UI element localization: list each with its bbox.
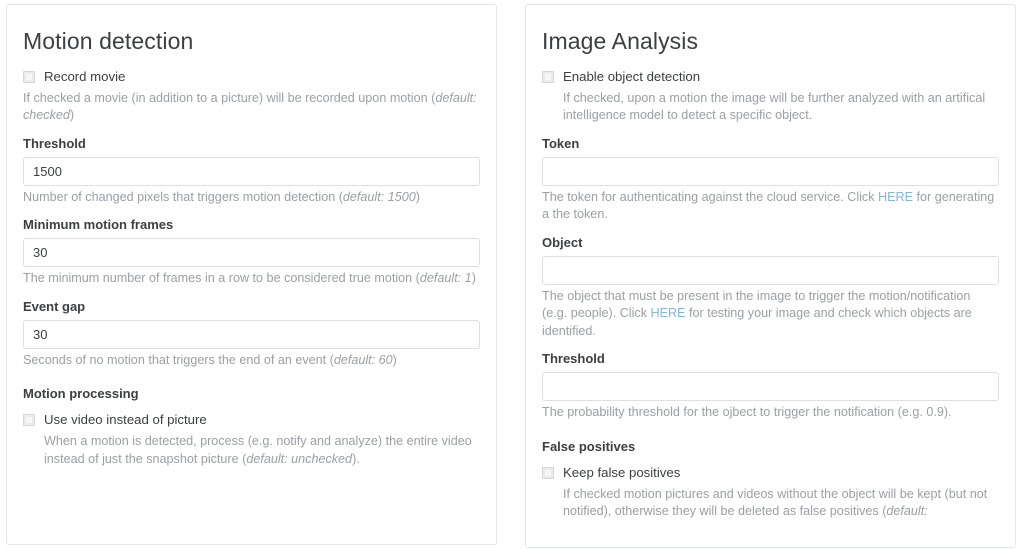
enable-object-detection-description: If checked, upon a motion the image will… xyxy=(563,90,986,123)
motion-threshold-description-tail: ) xyxy=(415,189,420,204)
keep-false-positives-label: Keep false positives xyxy=(563,464,681,480)
record-movie-checkbox-row[interactable]: Record movie xyxy=(23,68,480,86)
object-description: The object that must be present in the i… xyxy=(542,288,999,341)
min-motion-frames-description-text: The minimum number of frames in a row to… xyxy=(23,271,420,286)
keep-false-positives-checkbox[interactable] xyxy=(542,466,554,479)
settings-cards-container: Motion detection Record movie If checked… xyxy=(0,0,1024,549)
motion-detection-card: Motion detection Record movie If checked… xyxy=(6,4,497,545)
event-gap-label: Event gap xyxy=(23,298,86,314)
enable-object-detection-checkbox[interactable] xyxy=(542,70,554,83)
motion-processing-section-label: Motion processing xyxy=(23,386,139,402)
keep-false-positives-description: If checked motion pictures and videos wi… xyxy=(563,486,999,521)
image-analysis-card: Image Analysis Enable object detection I… xyxy=(525,4,1016,548)
motion-threshold-description: Number of changed pixels that triggers m… xyxy=(23,189,480,207)
object-label: Object xyxy=(542,234,583,250)
event-gap-description-tail: ) xyxy=(392,352,397,367)
use-video-description-default: default: unchecked xyxy=(246,451,353,466)
token-description-text: The token for authenticating against the… xyxy=(542,189,879,204)
token-description: The token for authenticating against the… xyxy=(542,189,999,224)
event-gap-input[interactable] xyxy=(23,319,480,349)
min-motion-frames-description-default: default: 1 xyxy=(419,271,472,286)
motion-detection-title: Motion detection xyxy=(23,28,194,54)
false-positives-section-label: False positives xyxy=(542,438,636,454)
use-video-checkbox-row[interactable]: Use video instead of picture xyxy=(23,411,480,429)
token-label: Token xyxy=(542,135,580,151)
enable-object-detection-label: Enable object detection xyxy=(563,68,701,84)
record-movie-description-text: If checked a movie (in addition to a pic… xyxy=(23,90,436,105)
event-gap-description-default: default: 60 xyxy=(333,352,393,367)
use-video-description: When a motion is detected, process (e.g.… xyxy=(44,433,480,468)
settings-page: Motion detection Record movie If checked… xyxy=(0,0,1024,549)
record-movie-checkbox[interactable] xyxy=(23,70,35,83)
enable-object-detection-checkbox-row[interactable]: Enable object detection xyxy=(542,68,999,86)
object-input[interactable] xyxy=(542,255,999,285)
motion-threshold-description-text: Number of changed pixels that triggers m… xyxy=(23,189,343,204)
keep-false-positives-description-default: default: xyxy=(886,504,928,519)
motion-threshold-description-default: default: 1500 xyxy=(342,189,416,204)
record-movie-description: If checked a movie (in addition to a pic… xyxy=(23,90,480,125)
event-gap-description: Seconds of no motion that triggers the e… xyxy=(23,352,480,370)
motion-threshold-label: Threshold xyxy=(23,135,86,151)
token-input[interactable] xyxy=(542,156,999,186)
use-video-checkbox[interactable] xyxy=(23,414,35,427)
record-movie-description-tail: ) xyxy=(69,108,75,123)
use-video-description-tail: ). xyxy=(352,451,360,466)
min-motion-frames-input[interactable] xyxy=(23,238,480,268)
min-motion-frames-description: The minimum number of frames in a row to… xyxy=(23,270,480,288)
analysis-threshold-label: Threshold xyxy=(542,351,605,367)
object-here-link[interactable]: HERE xyxy=(651,306,686,320)
record-movie-label: Record movie xyxy=(44,68,126,84)
keep-false-positives-checkbox-row[interactable]: Keep false positives xyxy=(542,464,999,482)
min-motion-frames-label: Minimum motion frames xyxy=(23,217,174,233)
motion-threshold-input[interactable] xyxy=(23,156,480,186)
analysis-threshold-description: The probability threshold for the ojbect… xyxy=(542,405,952,420)
event-gap-description-text: Seconds of no motion that triggers the e… xyxy=(23,352,334,367)
min-motion-frames-description-tail: ) xyxy=(471,271,476,286)
analysis-threshold-input[interactable] xyxy=(542,372,999,402)
token-here-link[interactable]: HERE xyxy=(878,190,913,204)
use-video-label: Use video instead of picture xyxy=(44,412,207,428)
image-analysis-title: Image Analysis xyxy=(542,28,699,54)
